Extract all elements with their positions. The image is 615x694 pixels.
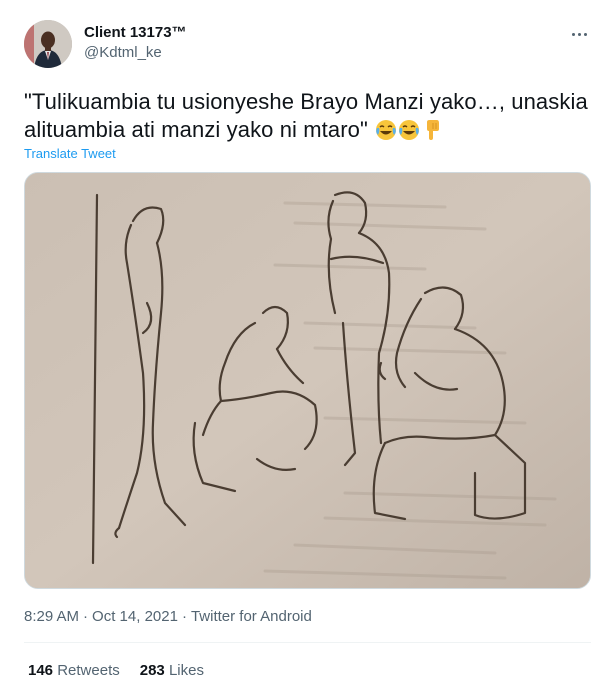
avatar[interactable] [24, 20, 72, 68]
likes-stat[interactable]: 283 Likes [140, 662, 204, 679]
tweet-stats: 146 Retweets 283 Likes [28, 662, 204, 679]
retweets-count: 146 [28, 662, 54, 679]
tweet-card: Client 13173™ @Kdtml_ke "Tulikuambia tu … [0, 0, 615, 694]
translate-tweet-link[interactable]: Translate Tweet [24, 146, 116, 161]
likes-label: Likes [168, 662, 204, 679]
author-handle[interactable]: @Kdtml_ke [84, 44, 162, 61]
retweets-label: Retweets [57, 662, 120, 679]
tweet-time[interactable]: 8:29 AM [24, 608, 79, 625]
more-options-icon[interactable] [569, 26, 589, 42]
author-name[interactable]: Client 13173™ [84, 24, 187, 41]
tweet-media-image[interactable] [24, 172, 591, 589]
tweet-date[interactable]: Oct 14, 2021 [92, 608, 178, 625]
retweets-stat[interactable]: 146 Retweets [28, 662, 120, 679]
backhand-index-pointing-down-icon [421, 119, 443, 141]
meta-separator: · [83, 608, 89, 625]
tweet-text: "Tulikuambia tu usionyeshe Brayo Manzi y… [24, 88, 594, 144]
tweet-text-body: "Tulikuambia tu usionyeshe Brayo Manzi y… [24, 89, 588, 142]
face-with-tears-of-joy-icon [398, 119, 420, 141]
tweet-source[interactable]: Twitter for Android [191, 608, 312, 625]
divider [24, 642, 591, 643]
likes-count: 283 [139, 662, 165, 679]
face-with-tears-of-joy-icon [375, 119, 397, 141]
tweet-meta: 8:29 AM · Oct 14, 2021 · Twitter for And… [24, 608, 312, 625]
meta-separator: · [181, 608, 187, 625]
